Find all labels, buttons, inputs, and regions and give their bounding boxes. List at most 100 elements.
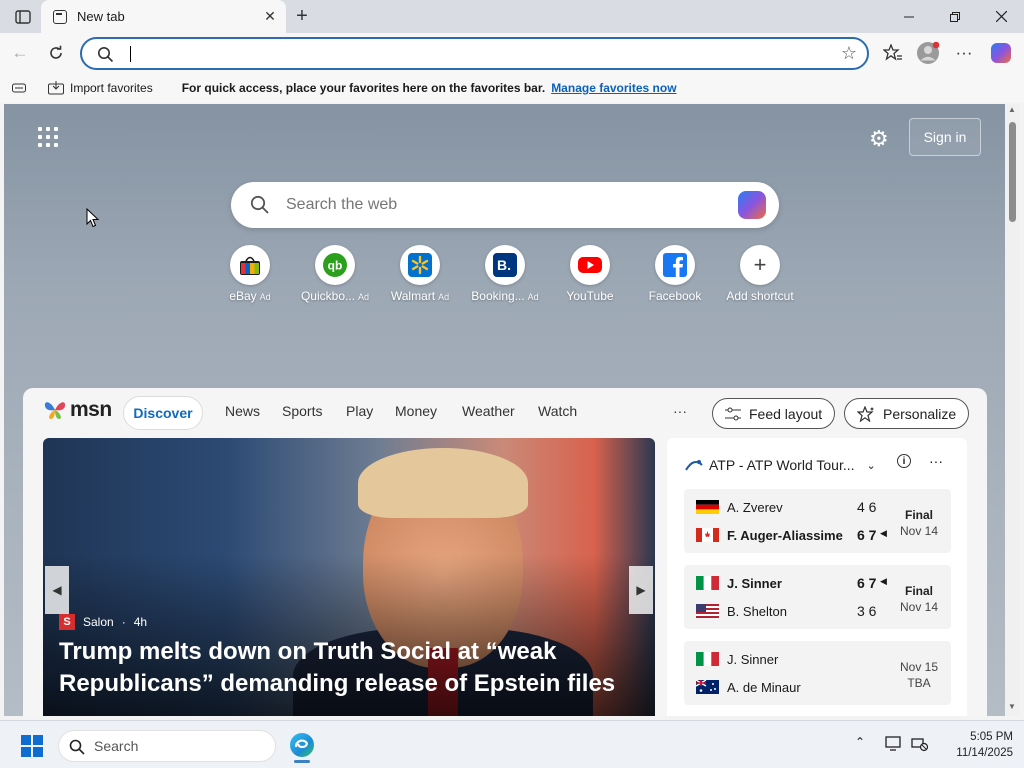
shortcut-label: Facebook — [648, 289, 702, 303]
canada-flag-icon — [696, 528, 719, 542]
plus-icon: + — [296, 4, 308, 27]
profile-button[interactable] — [914, 39, 942, 67]
tab-sports[interactable]: Sports — [282, 403, 322, 419]
match-status-line1: Final — [904, 508, 933, 522]
match-status: Final Nov 14 — [896, 583, 942, 615]
tab-news[interactable]: News — [225, 403, 260, 419]
match-status-line2: TBA — [907, 676, 931, 690]
italy-flag-icon — [696, 576, 719, 590]
shortcut-booking[interactable]: B. Booking... Ad — [462, 245, 548, 303]
atp-scores-widget: ATP - ATP World Tour... ⌄ i ··· A. Zvere… — [667, 438, 967, 716]
carousel-next-button[interactable]: ▶ — [629, 566, 653, 614]
favorites-bar-message: For quick access, place your favorites h… — [181, 81, 546, 95]
import-favorites-link[interactable]: Import favorites — [48, 81, 153, 95]
match-card[interactable]: J. Sinner A. de Minaur Nov 15 TBA — [684, 641, 951, 705]
msn-feed: msn Discover News Sports Play Money Weat… — [23, 388, 987, 716]
manage-favorites-link[interactable]: Manage favorites now — [551, 81, 676, 95]
tab-actions-button[interactable] — [0, 0, 46, 33]
feed-layout-button[interactable]: Feed layout — [712, 398, 836, 429]
plus-icon: + — [740, 245, 780, 285]
minimize-icon — [904, 16, 914, 17]
clock-time: 5:05 PM — [970, 731, 1013, 743]
hero-news-card[interactable]: ◀ ▶ S Salon · 4h Trump melts down on Tru… — [43, 438, 655, 716]
scroll-down-arrow-icon[interactable]: ▼ — [1008, 702, 1016, 711]
player-name: A. de Minaur — [727, 679, 801, 695]
taskbar-search-box[interactable]: Search — [58, 730, 276, 762]
minimize-button[interactable] — [886, 0, 932, 33]
carousel-prev-button[interactable]: ◀ — [45, 566, 69, 614]
widget-more-icon[interactable]: ··· — [929, 453, 943, 469]
import-favorites-label: Import favorites — [70, 81, 153, 95]
atp-title: ATP - ATP World Tour... — [709, 457, 855, 473]
mouse-cursor-icon — [86, 208, 100, 228]
restore-button[interactable] — [932, 0, 978, 33]
player-score: 6 7 — [857, 575, 877, 591]
sign-in-button[interactable]: Sign in — [909, 118, 981, 156]
source-name: Salon — [83, 615, 114, 629]
svg-text:qb: qb — [328, 259, 343, 273]
close-window-button[interactable] — [978, 0, 1024, 33]
match-card[interactable]: A. Zverev 4 6 F. Auger-Aliassime 6 7 ◀ F… — [684, 489, 951, 553]
player-name: F. Auger-Aliassime — [727, 527, 843, 543]
shortcut-label: Quickbo... — [300, 289, 355, 303]
shortcut-ebay[interactable]: eBay Ad — [207, 245, 293, 303]
shortcut-facebook[interactable]: Facebook — [632, 245, 718, 303]
favorites-bar-toggle-icon[interactable] — [12, 82, 26, 94]
personalize-button[interactable]: Personalize — [844, 398, 970, 429]
app-launcher-icon[interactable] — [38, 127, 58, 147]
import-icon — [48, 81, 64, 95]
walmart-icon — [400, 245, 440, 285]
atp-header[interactable]: ATP - ATP World Tour... ⌄ — [685, 457, 876, 473]
windows-start-icon[interactable] — [21, 735, 43, 757]
msn-butterfly-icon — [44, 402, 66, 419]
add-shortcut-button[interactable]: + Add shortcut — [717, 245, 803, 303]
search-icon — [250, 195, 269, 214]
back-button[interactable]: ← — [6, 39, 34, 67]
chevron-down-icon[interactable]: ⌄ — [867, 459, 876, 472]
copilot-search-icon[interactable] — [738, 191, 766, 219]
display-icon[interactable] — [885, 736, 903, 752]
favorites-button[interactable] — [879, 39, 907, 67]
tab-weather[interactable]: Weather — [462, 403, 515, 419]
close-tab-icon[interactable]: ✕ — [262, 8, 278, 24]
tab-new-tab[interactable]: New tab ✕ — [41, 0, 286, 33]
sliders-icon — [725, 407, 741, 420]
msn-logo[interactable]: msn — [43, 398, 112, 422]
more-tabs-button[interactable]: ··· — [673, 403, 687, 419]
tab-play[interactable]: Play — [346, 403, 373, 419]
new-tab-button[interactable]: + — [288, 3, 316, 29]
shortcut-quickbooks[interactable]: qb Quickbo... Ad — [292, 245, 378, 303]
shortcut-walmart[interactable]: Walmart Ad — [377, 245, 463, 303]
tab-discover[interactable]: Discover — [123, 396, 203, 430]
page-settings-icon[interactable]: ⚙ — [869, 126, 889, 152]
youtube-icon — [570, 245, 610, 285]
new-tab-page-icon — [53, 9, 67, 24]
address-bar[interactable]: ☆ — [80, 37, 869, 70]
page-scrollbar[interactable]: ▲ ▼ — [1005, 104, 1020, 716]
article-headline[interactable]: Trump melts down on Truth Social at “wea… — [59, 636, 639, 700]
player-score: 4 6 — [857, 499, 877, 515]
facebook-icon — [655, 245, 695, 285]
web-search-box[interactable]: Search the web — [231, 182, 779, 228]
player-name: B. Shelton — [727, 603, 787, 619]
match-status: Nov 15 TBA — [896, 659, 942, 691]
more-dots-icon: ··· — [955, 43, 973, 62]
shortcut-youtube[interactable]: YouTube — [547, 245, 633, 303]
profile-avatar-icon — [917, 41, 940, 64]
taskbar-edge-button[interactable] — [286, 727, 318, 763]
scrollbar-thumb[interactable] — [1009, 122, 1016, 222]
tab-money[interactable]: Money — [395, 403, 437, 419]
settings-and-more-button[interactable]: ··· — [950, 39, 978, 67]
article-age: 4h — [133, 615, 148, 629]
copilot-button[interactable] — [987, 39, 1015, 67]
scroll-up-arrow-icon[interactable]: ▲ — [1008, 105, 1016, 114]
taskbar-clock[interactable]: 5:05 PM 11/14/2025 — [945, 729, 1013, 761]
add-favorite-star-icon[interactable]: ☆ — [841, 43, 857, 64]
refresh-button[interactable] — [42, 39, 70, 67]
tab-actions-icon — [15, 9, 31, 24]
match-card[interactable]: J. Sinner 6 7 ◀ B. Shelton 3 6 Final Nov… — [684, 565, 951, 629]
info-icon[interactable]: i — [897, 454, 911, 468]
tab-watch[interactable]: Watch — [538, 403, 577, 419]
show-hidden-icons-chevron-icon[interactable]: ⌃ — [855, 735, 865, 749]
network-icon[interactable] — [911, 736, 929, 752]
